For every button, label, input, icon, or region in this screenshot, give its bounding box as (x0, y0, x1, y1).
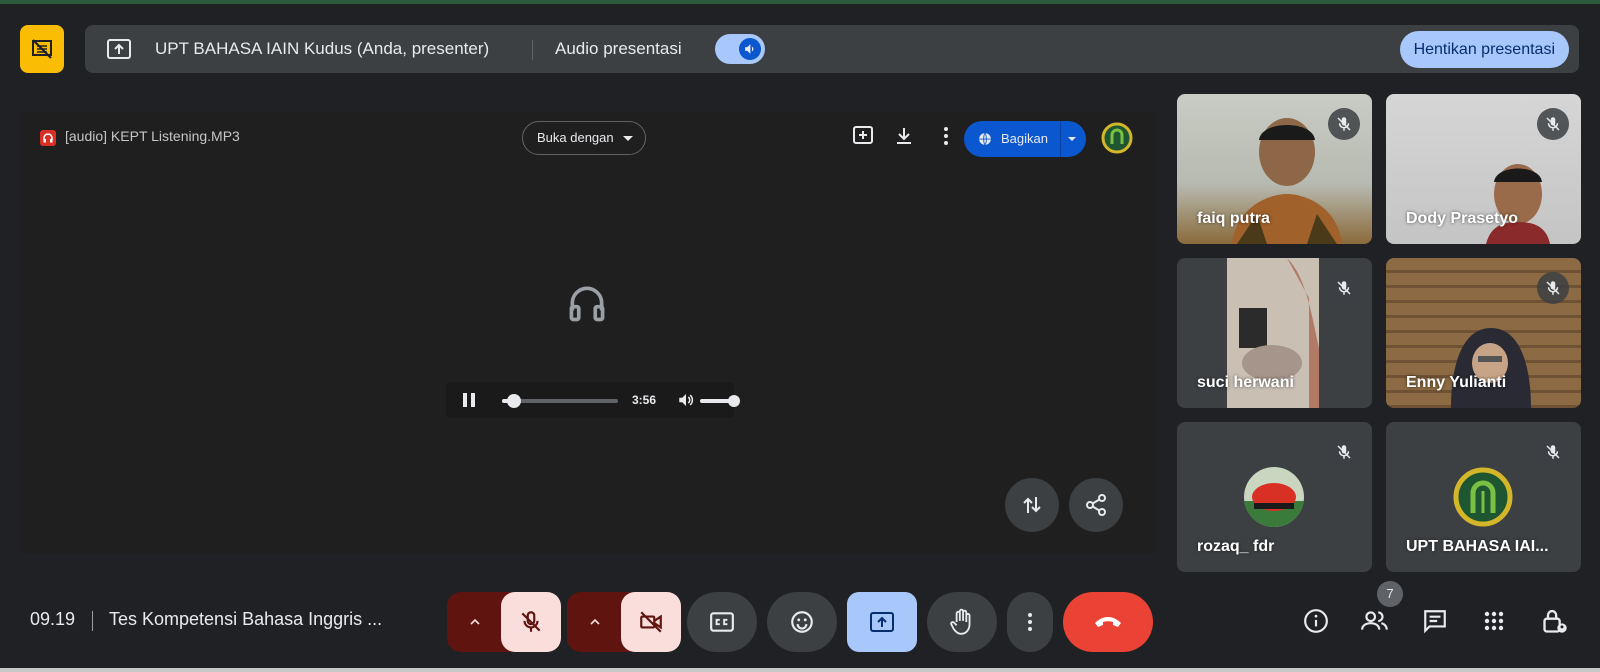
open-with-dropdown[interactable]: Buka dengan (522, 121, 646, 155)
audio-player: 3:56 (446, 382, 740, 418)
mic-off-icon (521, 611, 541, 632)
host-controls-button[interactable] (1539, 605, 1571, 637)
top-window-stripe (0, 0, 1600, 4)
stop-presenting-button[interactable]: Hentikan presentasi (1399, 31, 1569, 68)
participant-tile[interactable]: Dody Prasetyo (1386, 94, 1581, 244)
participant-tile[interactable]: UPT BAHASA IAI... (1386, 422, 1581, 572)
divider (532, 40, 533, 60)
toggle-mic-button[interactable] (501, 592, 561, 652)
avatar (1244, 467, 1304, 527)
participant-name: faiq putra (1197, 210, 1270, 227)
camera-control (567, 592, 681, 652)
more-vert-icon (1028, 613, 1032, 631)
avatar (1453, 467, 1513, 527)
mic-off-icon (1328, 436, 1360, 468)
globe-icon (979, 132, 991, 146)
presenting-status: UPT BAHASA IAIN Kudus (Anda, presenter) (155, 39, 490, 58)
more-options-button[interactable] (1007, 592, 1053, 652)
present-screen-icon (107, 39, 131, 59)
chat-button[interactable] (1419, 605, 1451, 637)
chevron-up-icon (470, 618, 480, 625)
participant-name: Dody Prasetyo (1406, 210, 1519, 227)
microphone-control (447, 592, 561, 652)
present-screen-icon (870, 612, 894, 632)
leave-call-button[interactable] (1063, 592, 1153, 652)
toggle-camera-button[interactable] (621, 592, 681, 652)
headphones-icon (569, 286, 605, 322)
audio-file-icon (40, 130, 56, 146)
camera-off-icon (640, 611, 662, 633)
swap-layout-button[interactable] (1005, 478, 1059, 532)
participant-tile[interactable]: rozaq_ fdr (1177, 422, 1372, 572)
meeting-details-button[interactable] (1300, 605, 1332, 637)
chevron-down-icon (623, 136, 633, 141)
raise-hand-button[interactable] (927, 592, 997, 652)
present-now-button[interactable] (847, 592, 917, 652)
audio-presentation-label: Audio presentasi (555, 39, 682, 58)
participant-tile[interactable]: faiq putra (1177, 94, 1372, 244)
people-icon (1361, 611, 1388, 630)
people-button[interactable] (1359, 605, 1391, 637)
participant-name: suci herwani (1197, 374, 1294, 391)
participant-name: Enny Yulianti (1406, 374, 1507, 391)
share-icon (1086, 494, 1106, 516)
no-present-icon (32, 39, 52, 59)
divider (1060, 121, 1061, 157)
swap-vertical-icon (1023, 497, 1041, 513)
share-button[interactable]: Bagikan (964, 121, 1086, 157)
participant-tile[interactable]: suci herwani (1177, 258, 1372, 408)
audio-presentation-toggle[interactable] (715, 34, 765, 64)
chat-icon (1424, 610, 1446, 634)
apps-grid-icon (1484, 611, 1504, 631)
meeting-clock: 09.19 (30, 609, 76, 629)
participant-name: UPT BAHASA IAI... (1406, 538, 1549, 555)
audio-duration: 3:56 (632, 393, 657, 407)
download-icon[interactable] (892, 124, 916, 148)
chevron-down-icon[interactable] (1068, 137, 1076, 141)
add-shortcut-icon[interactable] (851, 124, 875, 148)
seek-bar[interactable] (502, 394, 618, 408)
presenter-bar: UPT BAHASA IAIN Kudus (Anda, presenter) … (85, 25, 1579, 73)
chevron-up-icon (590, 618, 600, 625)
volume-slider[interactable] (700, 395, 740, 407)
presentation-stage: [audio] KEPT Listening.MP3 Buka dengan B… (20, 111, 1156, 554)
mic-off-icon (1537, 436, 1569, 468)
emoji-icon (791, 611, 813, 633)
mic-off-icon (1328, 272, 1360, 304)
info-icon (1304, 609, 1328, 633)
mic-off-icon (1537, 108, 1569, 140)
people-count-badge: 7 (1377, 581, 1403, 607)
share-label: Bagikan (1001, 131, 1048, 146)
lock-person-icon (1543, 609, 1567, 633)
mic-off-icon (1537, 272, 1569, 304)
account-avatar[interactable] (1101, 122, 1133, 154)
volume-icon[interactable] (676, 391, 696, 409)
participant-name: rozaq_ fdr (1197, 538, 1275, 555)
reactions-button[interactable] (767, 592, 837, 652)
end-call-icon (1095, 617, 1121, 627)
share-presentation-button[interactable] (1069, 478, 1123, 532)
pause-icon[interactable] (462, 392, 476, 408)
captions-button[interactable] (687, 592, 757, 652)
participant-tile[interactable]: Enny Yulianti (1386, 258, 1581, 408)
file-name: [audio] KEPT Listening.MP3 (65, 128, 240, 144)
divider (92, 611, 93, 631)
seek-thumb[interactable] (506, 394, 521, 408)
bottom-window-stripe (0, 668, 1600, 672)
meeting-title: Tes Kompetensi Bahasa Inggris ... (109, 609, 383, 629)
hand-icon (950, 608, 971, 635)
closed-captions-icon (710, 612, 734, 632)
volume-icon (739, 38, 761, 60)
open-with-label: Buka dengan (537, 130, 614, 145)
more-options-icon[interactable] (934, 124, 958, 148)
presentation-warning-button[interactable] (20, 25, 64, 73)
activities-button[interactable] (1478, 605, 1510, 637)
volume-thumb[interactable] (728, 395, 740, 407)
mic-off-icon (1328, 108, 1360, 140)
